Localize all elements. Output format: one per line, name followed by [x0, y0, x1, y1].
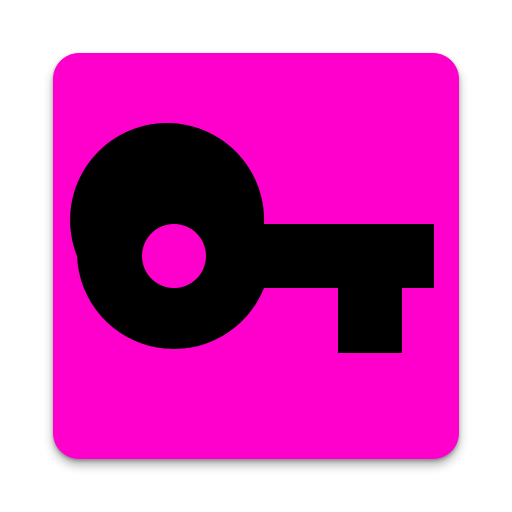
key-icon	[70, 123, 434, 354]
app-icon[interactable]	[53, 53, 459, 459]
launcher-canvas	[0, 0, 512, 512]
